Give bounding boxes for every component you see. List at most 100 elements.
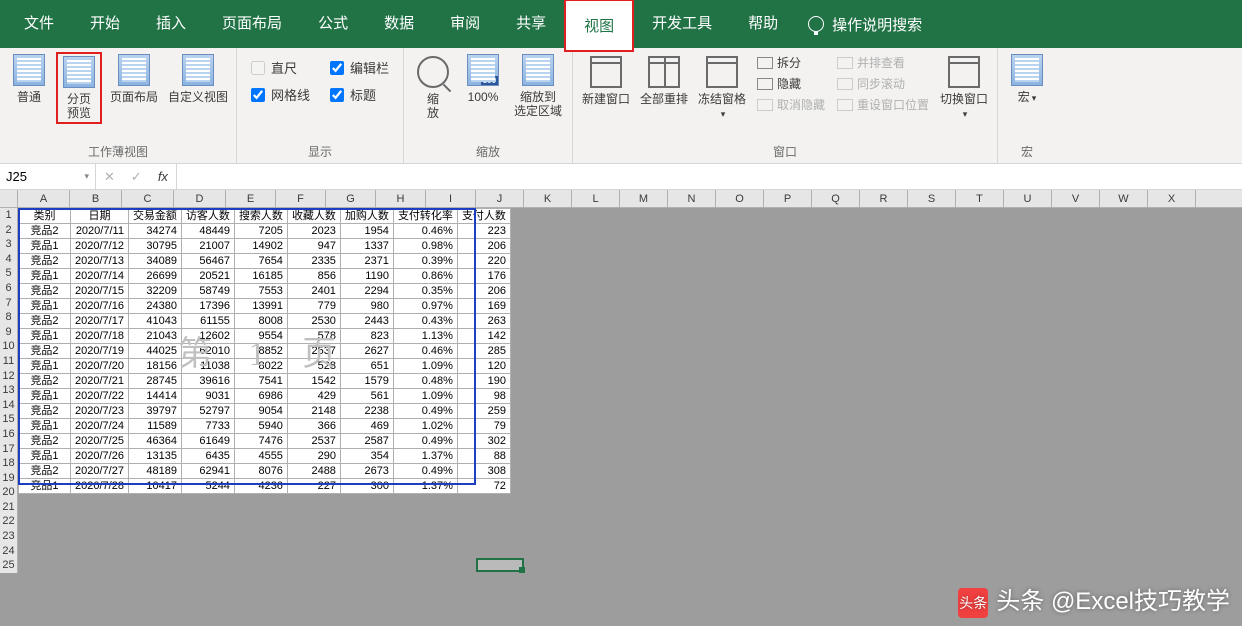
data-cell[interactable]: 61155 (181, 314, 234, 329)
data-cell[interactable]: 79 (457, 419, 510, 434)
col-header-F[interactable]: F (276, 190, 326, 207)
row-header-25[interactable]: 25 (0, 558, 18, 573)
data-cell[interactable]: 61649 (181, 434, 234, 449)
col-header-G[interactable]: G (326, 190, 376, 207)
header-cell[interactable]: 访客人数 (181, 209, 234, 224)
row-header-2[interactable]: 2 (0, 223, 18, 238)
data-table[interactable]: 类别日期交易金额访客人数搜索人数收藏人数加购人数支付转化率支付人数竞品22020… (18, 208, 511, 494)
data-cell[interactable]: 366 (287, 419, 340, 434)
data-cell[interactable]: 227 (287, 479, 340, 494)
data-cell[interactable]: 2023 (287, 224, 340, 239)
col-header-J[interactable]: J (476, 190, 524, 207)
header-cell[interactable]: 交易金额 (128, 209, 181, 224)
data-cell[interactable]: 0.86% (393, 269, 457, 284)
data-cell[interactable]: 220 (457, 254, 510, 269)
arrange-all-button[interactable]: 全部重排 (637, 52, 691, 108)
data-cell[interactable]: 11589 (128, 419, 181, 434)
data-cell[interactable]: 竞品2 (19, 464, 71, 479)
row-header-23[interactable]: 23 (0, 529, 18, 544)
tab-数据[interactable]: 数据 (366, 0, 432, 51)
worksheet-area[interactable]: ABCDEFGHIJKLMNOPQRSTUVWX 123456789101112… (0, 190, 1242, 626)
data-cell[interactable]: 2020/7/13 (71, 254, 129, 269)
data-cell[interactable]: 259 (457, 404, 510, 419)
data-cell[interactable]: 竞品2 (19, 284, 71, 299)
data-cell[interactable]: 7654 (234, 254, 287, 269)
header-cell[interactable]: 搜索人数 (234, 209, 287, 224)
select-all-corner[interactable] (0, 190, 18, 207)
col-header-P[interactable]: P (764, 190, 812, 207)
row-header-21[interactable]: 21 (0, 500, 18, 515)
row-header-11[interactable]: 11 (0, 354, 18, 369)
col-header-N[interactable]: N (668, 190, 716, 207)
data-cell[interactable]: 206 (457, 284, 510, 299)
data-cell[interactable]: 5244 (181, 479, 234, 494)
data-cell[interactable]: 竞品1 (19, 299, 71, 314)
row-header-7[interactable]: 7 (0, 296, 18, 311)
freeze-panes-button[interactable]: 冻结窗格▾ (695, 52, 749, 123)
data-cell[interactable]: 2294 (340, 284, 393, 299)
data-cell[interactable]: 34274 (128, 224, 181, 239)
data-cell[interactable]: 2627 (340, 344, 393, 359)
data-cell[interactable]: 16185 (234, 269, 287, 284)
data-cell[interactable]: 651 (340, 359, 393, 374)
data-cell[interactable]: 62941 (181, 464, 234, 479)
data-cell[interactable]: 2238 (340, 404, 393, 419)
row-header-1[interactable]: 1 (0, 208, 18, 223)
data-cell[interactable]: 2020/7/17 (71, 314, 129, 329)
page-layout-button[interactable]: 页面布局 (106, 52, 162, 106)
data-cell[interactable]: 24380 (128, 299, 181, 314)
data-cell[interactable]: 1.09% (393, 359, 457, 374)
custom-views-button[interactable]: 自定义视图 (166, 52, 230, 106)
tab-公式[interactable]: 公式 (300, 0, 366, 51)
row-header-10[interactable]: 10 (0, 339, 18, 354)
data-cell[interactable]: 190 (457, 374, 510, 389)
data-cell[interactable]: 13135 (128, 449, 181, 464)
data-cell[interactable]: 14902 (234, 239, 287, 254)
col-header-B[interactable]: B (70, 190, 122, 207)
data-cell[interactable]: 52797 (181, 404, 234, 419)
row-header-9[interactable]: 9 (0, 325, 18, 340)
hide-button[interactable]: 隐藏 (757, 75, 825, 92)
data-cell[interactable]: 1579 (340, 374, 393, 389)
col-header-X[interactable]: X (1148, 190, 1196, 207)
data-cell[interactable]: 0.49% (393, 434, 457, 449)
formula-bar-checkbox[interactable]: 编辑栏 (330, 58, 389, 77)
data-cell[interactable]: 142 (457, 329, 510, 344)
data-cell[interactable]: 2020/7/25 (71, 434, 129, 449)
row-header-12[interactable]: 12 (0, 369, 18, 384)
data-cell[interactable]: 32209 (128, 284, 181, 299)
switch-windows-button[interactable]: 切换窗口▾ (937, 52, 991, 123)
data-cell[interactable]: 2020/7/26 (71, 449, 129, 464)
row-header-19[interactable]: 19 (0, 471, 18, 486)
data-cell[interactable]: 823 (340, 329, 393, 344)
zoom-100-button[interactable]: 100100% (460, 52, 506, 106)
data-cell[interactable]: 6435 (181, 449, 234, 464)
col-header-U[interactable]: U (1004, 190, 1052, 207)
data-cell[interactable]: 2020/7/27 (71, 464, 129, 479)
data-cell[interactable]: 2530 (287, 314, 340, 329)
data-cell[interactable]: 2020/7/15 (71, 284, 129, 299)
col-header-T[interactable]: T (956, 190, 1004, 207)
new-window-button[interactable]: 新建窗口 (579, 52, 633, 108)
col-header-W[interactable]: W (1100, 190, 1148, 207)
data-cell[interactable]: 2673 (340, 464, 393, 479)
data-cell[interactable]: 39616 (181, 374, 234, 389)
data-cell[interactable]: 300 (340, 479, 393, 494)
header-cell[interactable]: 支付人数 (457, 209, 510, 224)
data-cell[interactable]: 285 (457, 344, 510, 359)
data-cell[interactable]: 0.49% (393, 464, 457, 479)
header-cell[interactable]: 类别 (19, 209, 71, 224)
data-cell[interactable]: 1.13% (393, 329, 457, 344)
data-cell[interactable]: 56467 (181, 254, 234, 269)
data-cell[interactable]: 1337 (340, 239, 393, 254)
data-cell[interactable]: 176 (457, 269, 510, 284)
data-cell[interactable]: 13991 (234, 299, 287, 314)
data-cell[interactable]: 14414 (128, 389, 181, 404)
col-header-S[interactable]: S (908, 190, 956, 207)
row-header-5[interactable]: 5 (0, 266, 18, 281)
data-cell[interactable]: 44025 (128, 344, 181, 359)
data-cell[interactable]: 58749 (181, 284, 234, 299)
data-cell[interactable]: 12602 (181, 329, 234, 344)
tab-帮助[interactable]: 帮助 (730, 0, 796, 51)
data-cell[interactable]: 62010 (181, 344, 234, 359)
